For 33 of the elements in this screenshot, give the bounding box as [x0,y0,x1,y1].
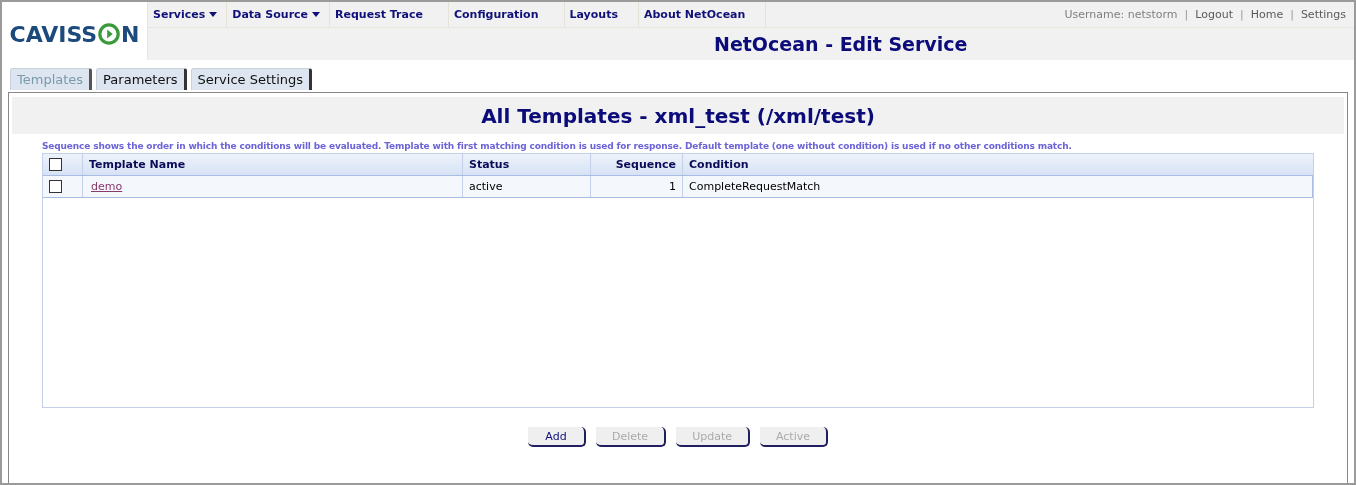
username-text: Username: netstorm [1064,8,1178,21]
nav-menu-item[interactable]: Data Source [227,2,331,27]
nav-menu-item[interactable]: Request Trace [330,2,449,27]
header-link[interactable]: Settings [1300,8,1346,21]
column-header: Status [463,154,591,175]
logo-play-icon [98,23,121,45]
table-cell: active [463,176,591,197]
caret-icon [209,12,218,17]
page-title: NetOcean - Edit Service [714,33,968,55]
action-button[interactable]: Add [528,427,586,447]
separator: | [1183,8,1190,21]
row-checkbox[interactable] [49,180,62,193]
header-link[interactable]: Logout [1195,8,1233,21]
nav-menu-item[interactable]: Services [148,2,228,27]
table-cell: 1 [591,176,683,197]
select-all-checkbox[interactable] [49,158,62,171]
nav-menu-item[interactable]: Layouts [564,2,639,27]
section-heading: All Templates - xml_test (/xml/test) [481,103,875,128]
column-header: Sequence [591,154,683,175]
column-header: Template Name [83,154,463,175]
tab[interactable]: Parameters [96,68,187,90]
table-cell-text: CompleteRequestMatch [688,179,822,195]
tab[interactable]: Service Settings [190,68,312,90]
separator: | [1238,8,1245,21]
logo: CAVISS N [8,20,141,49]
nav-menu-item[interactable]: About NetOcean [639,2,767,27]
header-link[interactable]: Home [1250,8,1284,21]
template-link[interactable]: demo [89,180,123,193]
separator: | [1289,8,1295,21]
caret-icon [312,12,321,17]
nav-menu-item[interactable]: Configuration [448,2,565,27]
description-text: Sequence shows the order in which the conditions will be evaluated. Template with first matching condition is used for response. Default template (one without condition) is used if no other conditions match. [42,141,1072,151]
column-header: Condition [688,157,750,173]
